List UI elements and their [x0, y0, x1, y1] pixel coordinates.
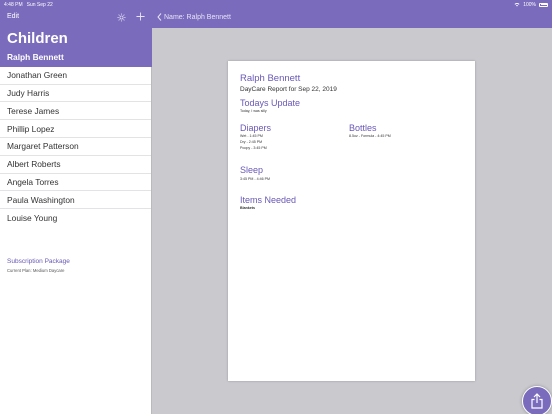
- subscription-package-link[interactable]: Subscription Package: [7, 258, 70, 265]
- back-button[interactable]: Name: Ralph Bennett: [157, 13, 231, 21]
- edit-button[interactable]: Edit: [7, 13, 19, 20]
- item-needed-entry: Blankets: [240, 206, 255, 210]
- list-item[interactable]: Louise Young: [0, 209, 151, 227]
- list-item[interactable]: Paula Washington: [0, 191, 151, 210]
- battery-icon: [539, 2, 548, 7]
- list-item[interactable]: Ralph Bennett: [0, 49, 151, 67]
- bottles-heading: Bottles: [349, 123, 377, 133]
- todays-update-text: Today, I was silly: [240, 109, 267, 113]
- list-item[interactable]: Albert Roberts: [0, 155, 151, 174]
- share-button[interactable]: [522, 386, 552, 414]
- status-date: Sun Sep 22: [26, 1, 53, 8]
- current-plan-text: Current Plan: Medium Daycare: [7, 268, 65, 273]
- share-icon: [531, 393, 543, 409]
- chevron-left-icon: [157, 13, 162, 21]
- todays-update-heading: Todays Update: [240, 98, 301, 108]
- status-time: 4:48 PM: [4, 1, 23, 8]
- report-subtitle: DayCare Report for Sep 22, 2019: [240, 86, 337, 93]
- gear-icon[interactable]: [117, 13, 127, 23]
- list-item[interactable]: Angela Torres: [0, 173, 151, 192]
- diapers-heading: Diapers: [240, 123, 272, 133]
- children-list: Ralph Bennett Jonathan Green Judy Harris…: [0, 49, 151, 227]
- diaper-entry: Poopy - 3:45 PM: [240, 146, 267, 150]
- list-item[interactable]: Margaret Patterson: [0, 137, 151, 156]
- report-page: Ralph Bennett DayCare Report for Sep 22,…: [228, 61, 475, 381]
- sleep-entry: 3:45 PM - 4:46 PM: [240, 177, 270, 181]
- list-item[interactable]: Jonathan Green: [0, 66, 151, 85]
- sidebar: Edit Children Ralph Bennett Jonathan Gre…: [0, 0, 152, 414]
- status-bar: 4:48 PM Sun Sep 22 100%: [0, 0, 552, 9]
- report-child-name: Ralph Bennett: [240, 73, 301, 84]
- battery-percent: 100%: [523, 1, 536, 8]
- list-item[interactable]: Terese James: [0, 102, 151, 121]
- items-needed-heading: Items Needed: [240, 195, 297, 205]
- bottle-entry: 8.5oz - Formula - 4:45 PM: [349, 134, 391, 138]
- list-item[interactable]: Judy Harris: [0, 84, 151, 103]
- plus-icon: [136, 12, 145, 21]
- add-child-button[interactable]: [136, 11, 145, 23]
- wifi-icon: [514, 2, 520, 7]
- back-label: Name: Ralph Bennett: [164, 13, 231, 21]
- page-title: Children: [7, 30, 68, 47]
- sleep-heading: Sleep: [240, 165, 264, 175]
- list-item[interactable]: Phillip Lopez: [0, 120, 151, 138]
